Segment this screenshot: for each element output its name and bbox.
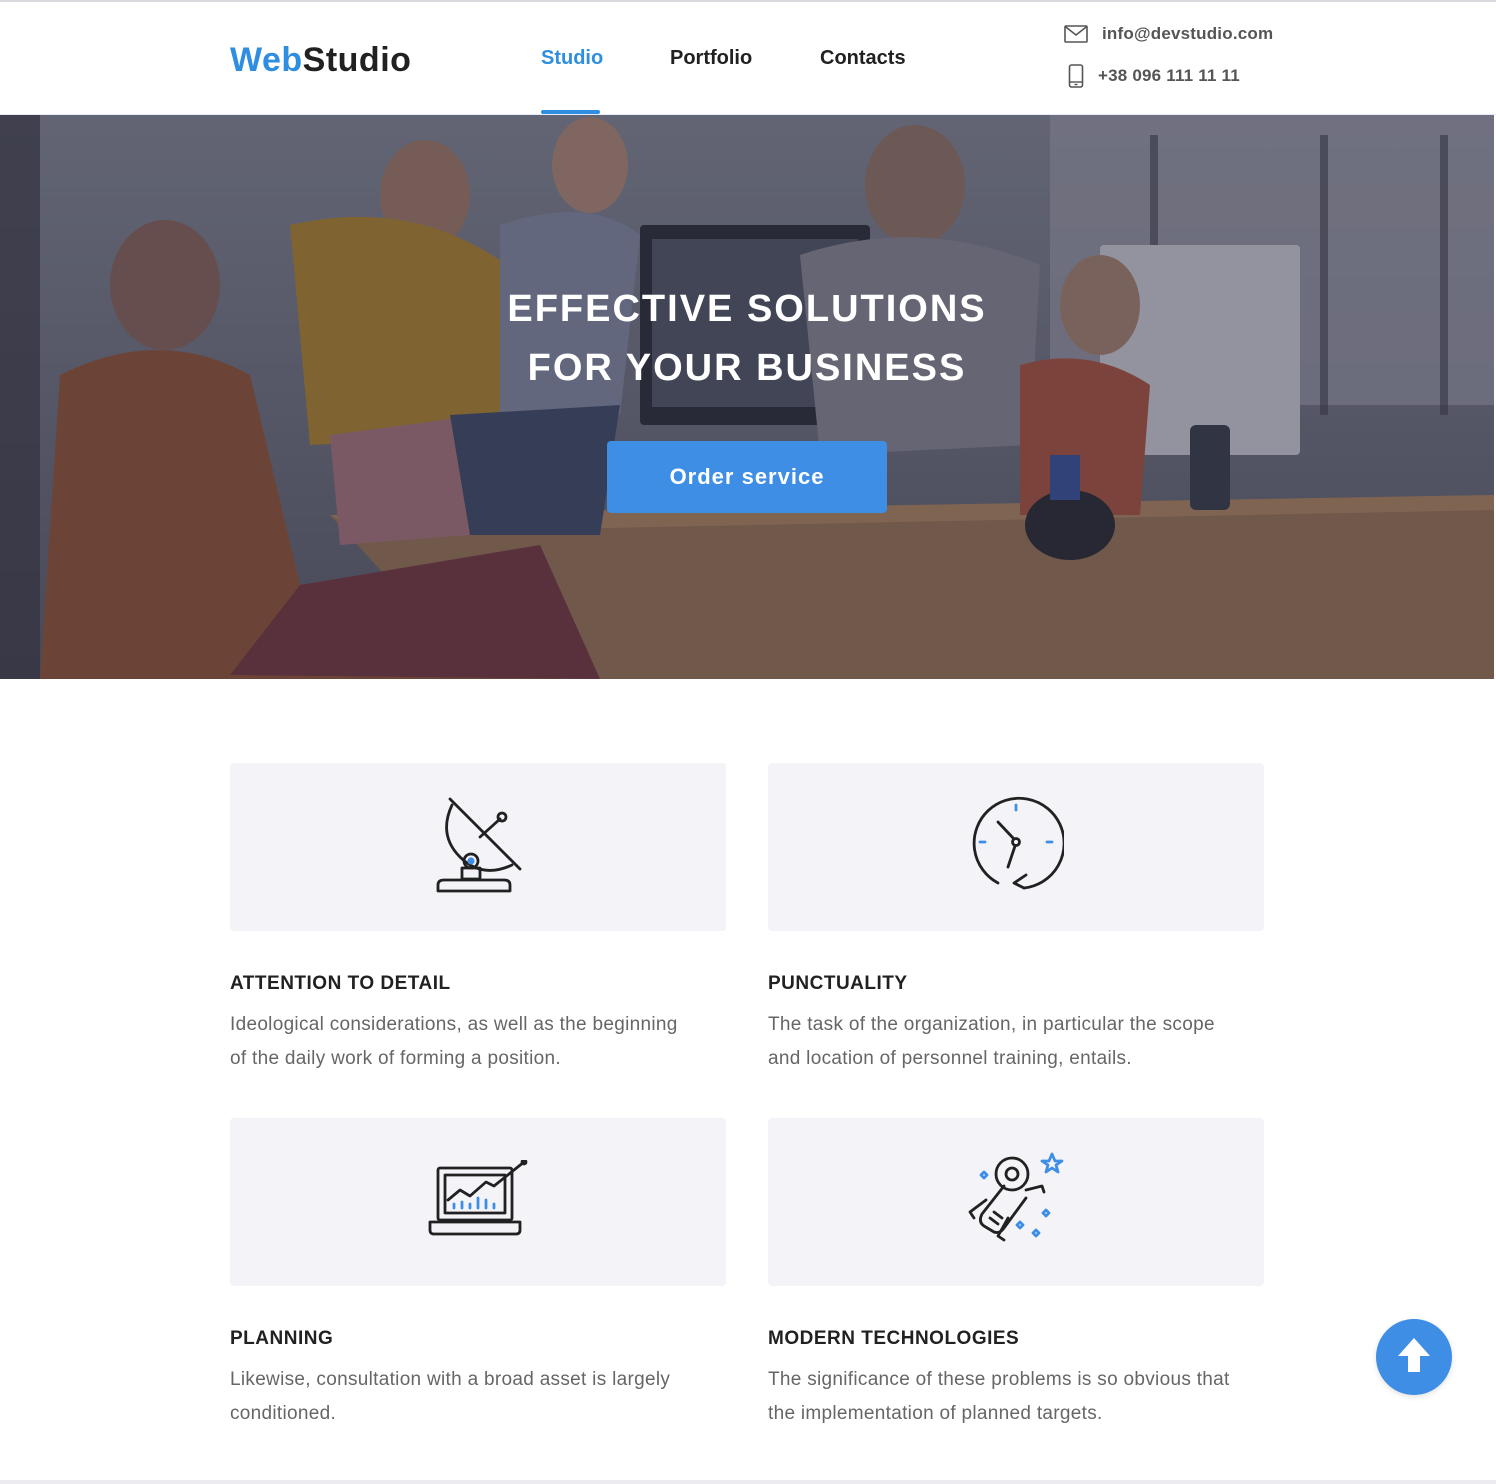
feature-desc-punctuality-line1: The task of the organization, in particu… bbox=[768, 1014, 1215, 1035]
feature-desc-attention: Ideological considerations, as well as t… bbox=[230, 1008, 730, 1076]
email-contact[interactable]: info@devstudio.com bbox=[1064, 24, 1273, 44]
nav-active-indicator bbox=[541, 110, 600, 114]
logo-part-web: Web bbox=[230, 41, 303, 79]
phone-text: +38 096 111 11 11 bbox=[1098, 66, 1240, 85]
feature-desc-punctuality: The task of the organization, in particu… bbox=[768, 1008, 1268, 1076]
nav-contacts[interactable]: Contacts bbox=[820, 46, 906, 70]
feature-desc-technologies: The significance of these problems is so… bbox=[768, 1363, 1268, 1431]
logo-part-studio: Studio bbox=[302, 41, 412, 79]
feature-desc-technologies-line1: The significance of these problems is so… bbox=[768, 1369, 1230, 1390]
feature-desc-planning-line1: Likewise, consultation with a broad asse… bbox=[230, 1369, 671, 1390]
feature-title-planning: PLANNING bbox=[230, 1328, 334, 1349]
smartphone-icon bbox=[1064, 64, 1088, 88]
feature-desc-attention-line2: of the daily work of forming a position. bbox=[230, 1048, 561, 1069]
feature-desc-planning: Likewise, consultation with a broad asse… bbox=[230, 1363, 730, 1431]
clock-icon bbox=[968, 795, 1066, 900]
feature-card-attention bbox=[230, 763, 726, 931]
logo[interactable]: WebStudio bbox=[230, 40, 411, 80]
phone-contact[interactable]: +38 096 111 11 11 bbox=[1064, 64, 1240, 88]
scroll-to-top-button[interactable] bbox=[1376, 1319, 1452, 1395]
hero-section: EFFECTIVE SOLUTIONS FOR YOUR BUSINESS Or… bbox=[0, 115, 1494, 679]
hero-title-line2: FOR YOUR BUSINESS bbox=[527, 347, 967, 389]
feature-card-planning bbox=[230, 1118, 726, 1286]
bottom-border bbox=[0, 1480, 1496, 1484]
feature-desc-planning-line2: conditioned. bbox=[230, 1403, 337, 1424]
feature-title-technologies: MODERN TECHNOLOGIES bbox=[768, 1328, 1020, 1349]
feature-desc-punctuality-line2: and location of personnel training, enta… bbox=[768, 1048, 1132, 1069]
laptop-chart-icon bbox=[428, 1158, 528, 1245]
feature-title-attention: ATTENTION TO DETAIL bbox=[230, 973, 451, 994]
arrow-up-icon bbox=[1396, 1336, 1432, 1379]
email-text: info@devstudio.com bbox=[1102, 24, 1274, 43]
envelope-icon bbox=[1064, 25, 1088, 43]
astronaut-icon bbox=[964, 1152, 1068, 1253]
site-header: WebStudio Studio Portfolio Contacts info… bbox=[0, 2, 1496, 115]
order-service-button[interactable]: Order service bbox=[607, 441, 887, 513]
nav-studio[interactable]: Studio bbox=[541, 46, 603, 70]
nav-portfolio[interactable]: Portfolio bbox=[670, 46, 752, 70]
satellite-dish-icon bbox=[430, 795, 526, 900]
feature-title-punctuality: PUNCTUALITY bbox=[768, 973, 908, 994]
hero-title: EFFECTIVE SOLUTIONS FOR YOUR BUSINESS bbox=[0, 280, 1494, 398]
feature-desc-technologies-line2: the implementation of planned targets. bbox=[768, 1403, 1103, 1424]
feature-card-punctuality bbox=[768, 763, 1264, 931]
hero-title-line1: EFFECTIVE SOLUTIONS bbox=[507, 288, 987, 330]
feature-desc-attention-line1: Ideological considerations, as well as t… bbox=[230, 1014, 678, 1035]
feature-card-technologies bbox=[768, 1118, 1264, 1286]
